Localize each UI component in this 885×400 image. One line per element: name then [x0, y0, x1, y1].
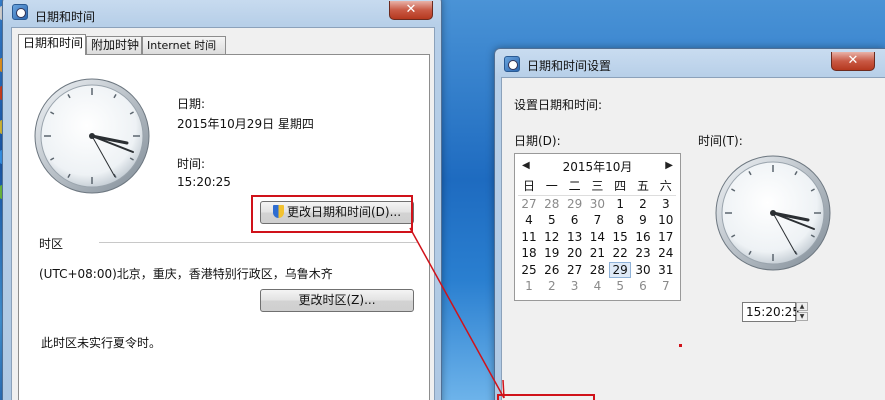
calendar-day-cell[interactable]: 15: [609, 229, 631, 245]
calendar-day-cell[interactable]: 22: [609, 245, 631, 261]
calendar-weekday-header: 三: [591, 179, 604, 193]
calendar-grid: 日一二三四五六 27 28 29 30 1 2 3 4 5 6 7 8 9 10 11 12 13 14 15 16 17…: [518, 178, 678, 300]
calendar-day-cell[interactable]: 28: [586, 262, 608, 278]
timezone-value: (UTC+08:00)北京，重庆，香港特别行政区，乌鲁木齐: [39, 267, 333, 281]
analog-clock: [34, 78, 150, 194]
calendar-day-cell[interactable]: 19: [541, 245, 563, 261]
calendar-day-cell[interactable]: 8: [609, 212, 631, 228]
settings-window-title: 日期和时间设置: [527, 59, 612, 73]
calendar-day-cell[interactable]: 27: [518, 196, 540, 212]
settings-client-area: 设置日期和时间: 日期(D): 时间(T): ◀ 2015年10月 ▶ 日一二三…: [501, 77, 885, 400]
settings-analog-clock: [715, 155, 831, 271]
calendar-day-cell[interactable]: 4: [518, 212, 540, 228]
tab-internet-time[interactable]: Internet 时间: [142, 36, 226, 54]
calendar-day-cell[interactable]: 10: [655, 212, 677, 228]
calendar-day-cell[interactable]: 2: [541, 278, 563, 294]
calendar-day-cell[interactable]: 5: [609, 278, 631, 294]
annotation-highlight-box: [251, 195, 413, 233]
calendar-month-title[interactable]: 2015年10月: [515, 158, 680, 175]
calendar-day-cell[interactable]: 29: [564, 196, 586, 212]
timezone-header: 时区: [39, 237, 64, 251]
time-spin-down-button[interactable]: ▼: [796, 312, 808, 321]
date-label: 日期:: [177, 97, 206, 111]
time-value: 15:20:25: [177, 175, 231, 189]
calendar-weekday-header: 一: [545, 179, 558, 193]
time-input[interactable]: 15:20:25: [742, 302, 800, 322]
clock-app-icon: [504, 56, 520, 72]
settings-date-label: 日期(D):: [514, 134, 561, 148]
calendar-day-cell[interactable]: 21: [586, 245, 608, 261]
settings-title-bar[interactable]: 日期和时间设置 ✕: [495, 49, 885, 79]
calendar-weekday-header: 二: [568, 179, 581, 193]
calendar-day-cell[interactable]: 31: [655, 262, 677, 278]
tab-additional-clocks[interactable]: 附加时钟: [86, 36, 142, 54]
annotation-highlight-box-bottom: [497, 394, 595, 400]
calendar-day-cell[interactable]: 12: [541, 229, 563, 245]
calendar-day-cell[interactable]: 1: [609, 196, 631, 212]
calendar-header-divider: [518, 195, 676, 196]
calendar-header: ◀ 2015年10月 ▶: [515, 158, 680, 176]
dst-note: 此时区未实行夏令时。: [41, 336, 162, 350]
calendar-day-cell[interactable]: 30: [632, 262, 654, 278]
settings-close-button[interactable]: ✕: [831, 52, 875, 71]
calendar-day-cell[interactable]: 17: [655, 229, 677, 245]
calendar-day-cell[interactable]: 26: [541, 262, 563, 278]
calendar-day-cell[interactable]: 27: [564, 262, 586, 278]
calendar-weekday-header: 日: [522, 179, 535, 193]
calendar-day-cell[interactable]: 13: [564, 229, 586, 245]
calendar-weekday-header: 五: [636, 179, 649, 193]
settings-heading: 设置日期和时间:: [514, 98, 603, 112]
calendar-day-cell[interactable]: 28: [541, 196, 563, 212]
calendar-day-cell[interactable]: 25: [518, 262, 540, 278]
clock-app-icon: [12, 4, 28, 20]
calendar-day-cell[interactable]: 3: [655, 196, 677, 212]
calendar-day-cell[interactable]: 14: [586, 229, 608, 245]
close-button[interactable]: ✕: [389, 1, 433, 20]
calendar-day-cell[interactable]: 30: [586, 196, 608, 212]
calendar-day-cell[interactable]: 18: [518, 245, 540, 261]
calendar-day-cell[interactable]: 24: [655, 245, 677, 261]
calendar-day-cell[interactable]: 29: [609, 261, 632, 278]
date-value: 2015年10月29日 星期四: [177, 117, 314, 131]
next-month-button[interactable]: ▶: [665, 160, 673, 171]
calendar-day-cell[interactable]: 2: [632, 196, 654, 212]
calendar-day-cell[interactable]: 3: [564, 278, 586, 294]
calendar-day-cell[interactable]: 5: [541, 212, 563, 228]
time-spin-up-button[interactable]: ▲: [796, 302, 808, 311]
calendar-day-cell[interactable]: 11: [518, 229, 540, 245]
timezone-divider: [99, 242, 417, 243]
date-time-settings-window: 日期和时间设置 ✕ 设置日期和时间: 日期(D): 时间(T): ◀ 2015年…: [494, 48, 885, 400]
calendar-day-cell[interactable]: 6: [632, 278, 654, 294]
calendar-weekday-header: 四: [614, 179, 627, 193]
calendar-day-cell[interactable]: 6: [564, 212, 586, 228]
calendar-day-cell[interactable]: 4: [586, 278, 608, 294]
title-bar[interactable]: 日期和时间 ✕: [3, 0, 441, 27]
calendar-day-cell[interactable]: 7: [655, 278, 677, 294]
calendar-day-cell[interactable]: 16: [632, 229, 654, 245]
month-calendar: ◀ 2015年10月 ▶ 日一二三四五六 27 28 29 30 1 2 3 4 5 6 7 8 9 10 1…: [514, 153, 681, 301]
change-timezone-button[interactable]: 更改时区(Z)...: [260, 289, 414, 312]
settings-time-label: 时间(T):: [698, 134, 743, 148]
red-annotation-dot: [679, 344, 682, 347]
window-title: 日期和时间: [35, 10, 96, 24]
tab-date-time[interactable]: 日期和时间: [18, 34, 86, 55]
calendar-day-cell[interactable]: 7: [586, 212, 608, 228]
calendar-day-cell[interactable]: 20: [564, 245, 586, 261]
calendar-day-cell[interactable]: 23: [632, 245, 654, 261]
calendar-weekday-header: 六: [659, 179, 672, 193]
time-label: 时间:: [177, 157, 206, 171]
calendar-day-cell[interactable]: 9: [632, 212, 654, 228]
calendar-day-cell[interactable]: 1: [518, 278, 540, 294]
